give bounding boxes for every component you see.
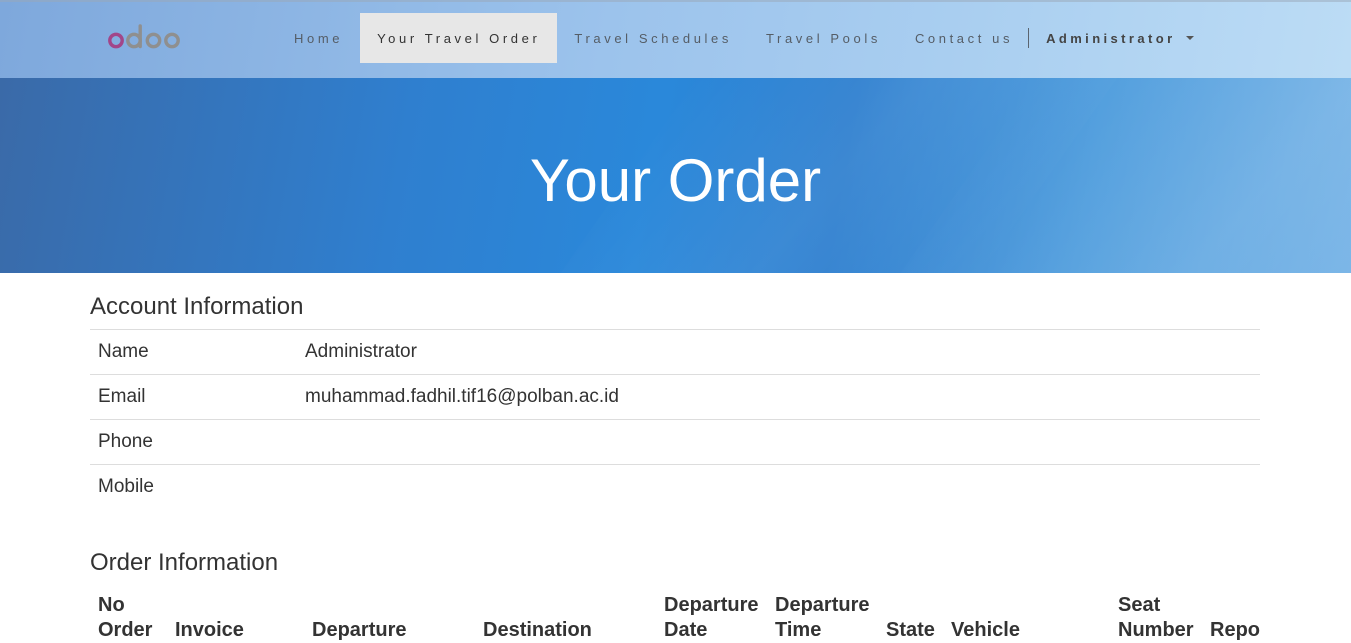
header-line: Departure (775, 594, 870, 616)
header-line: Departure (664, 594, 759, 616)
col-state: State (878, 593, 943, 643)
col-report: Repo (1202, 593, 1260, 643)
hero-banner: Your Order (0, 78, 1351, 273)
email-value: muhammad.fadhil.tif16@polban.ac.id (297, 374, 1260, 420)
col-seat-number: Seat Number (1110, 593, 1202, 643)
order-table: No Order Invoice Departure Destination D… (90, 593, 1260, 643)
navbar-top-border (0, 0, 1351, 2)
nav-travel-schedules[interactable]: Travel Schedules (557, 13, 749, 63)
header-line: Invoice (175, 619, 244, 641)
header-line (886, 593, 935, 618)
header-line: No (98, 594, 125, 616)
nav-contact-us[interactable]: Contact us (898, 13, 1030, 63)
header-line (312, 593, 467, 618)
mobile-label: Mobile (90, 464, 297, 509)
page-title: Your Order (529, 147, 822, 214)
email-label: Email (90, 374, 297, 420)
name-value: Administrator (297, 329, 1260, 375)
header-line (175, 593, 296, 618)
user-menu-label: Administrator (1046, 30, 1176, 46)
table-row: Phone (90, 419, 1260, 465)
header-line: Vehicle (951, 619, 1020, 641)
phone-value (297, 419, 1260, 465)
table-row: Name Administrator (90, 329, 1260, 375)
caret-down-icon (1185, 36, 1194, 40)
header-line: Date (664, 619, 708, 641)
odoo-logo[interactable] (107, 24, 183, 54)
header-line (951, 593, 1102, 618)
header-line: Destination (483, 619, 592, 641)
header-line: Order (98, 619, 153, 641)
col-vehicle: Vehicle (943, 593, 1110, 643)
col-departure-time: Departure Time (767, 593, 878, 643)
col-no-order: No Order (90, 593, 167, 643)
top-navbar: Home Your Travel Order Travel Schedules … (0, 0, 1351, 78)
header-line: Time (775, 619, 822, 641)
account-info-table: Name Administrator Email muhammad.fadhil… (90, 329, 1260, 509)
main-menu: Home Your Travel Order Travel Schedules … (277, 13, 1211, 63)
header-line: State (886, 619, 935, 641)
col-invoice: Invoice (167, 593, 304, 643)
phone-label: Phone (90, 419, 297, 465)
nav-travel-pools[interactable]: Travel Pools (749, 13, 898, 63)
account-info-heading: Account Information (90, 293, 304, 320)
order-table-header: No Order Invoice Departure Destination D… (90, 593, 1260, 643)
nav-your-travel-order[interactable]: Your Travel Order (360, 13, 558, 63)
user-menu[interactable]: Administrator (1029, 13, 1210, 63)
mobile-value (297, 464, 1260, 509)
order-info-heading: Order Information (90, 549, 279, 576)
table-row: Mobile (90, 464, 1260, 509)
col-departure-date: Departure Date (656, 593, 767, 643)
header-line: Repo (1210, 619, 1260, 641)
col-departure: Departure (304, 593, 475, 643)
name-label: Name (90, 329, 297, 375)
col-destination: Destination (475, 593, 656, 643)
table-row: Email muhammad.fadhil.tif16@polban.ac.id (90, 374, 1260, 420)
header-line: Number (1118, 619, 1194, 641)
header-line: Seat (1118, 594, 1161, 616)
header-line (1210, 593, 1260, 618)
nav-home[interactable]: Home (277, 13, 360, 63)
header-line: Departure (312, 619, 407, 641)
header-line (483, 593, 648, 618)
